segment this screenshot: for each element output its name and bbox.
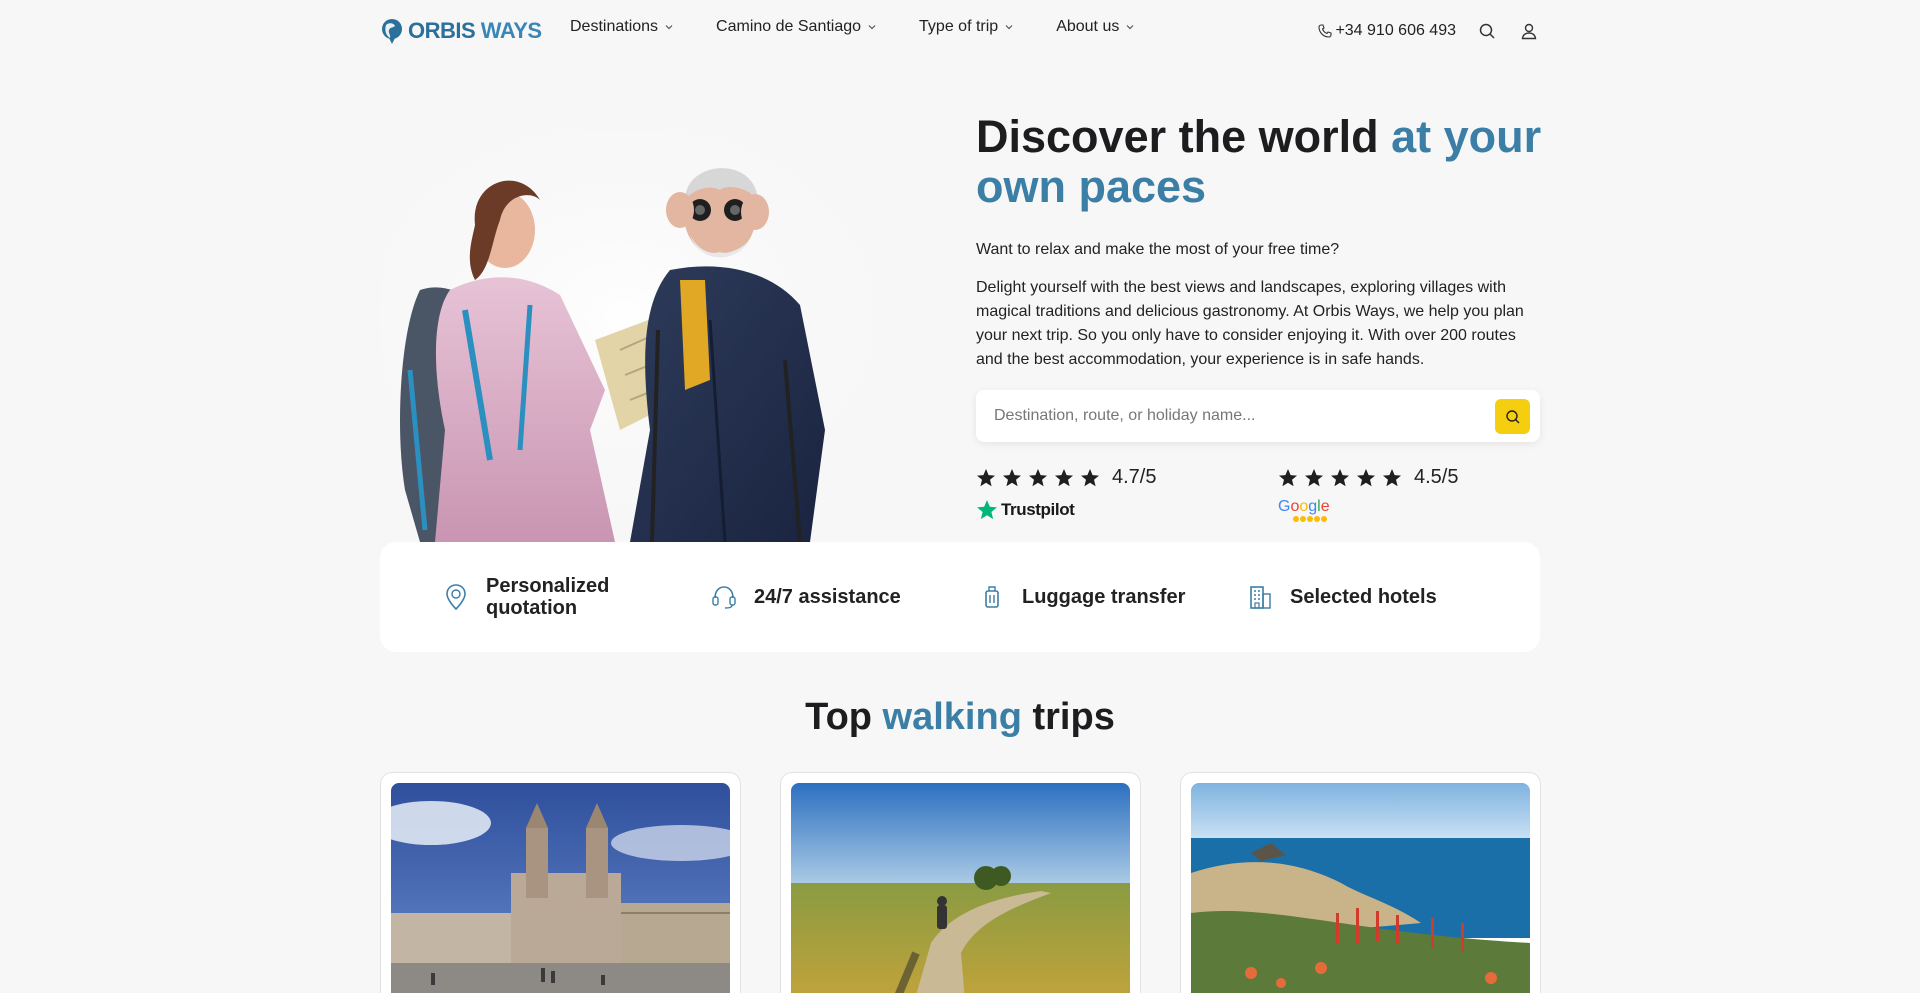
trip-card[interactable] <box>780 772 1141 993</box>
phone-icon <box>1318 24 1332 38</box>
nav-type-of-trip-label: Type of trip <box>919 18 999 35</box>
star-icon <box>1029 468 1047 486</box>
hero-image-hikers <box>380 130 920 542</box>
trustpilot-score: 4.7/5 <box>1112 466 1157 488</box>
star-icon <box>1357 468 1375 486</box>
trustpilot-logo: Trustpilot <box>976 499 1156 521</box>
star-icon <box>1003 468 1021 486</box>
nav-about-us[interactable]: About us <box>1056 18 1135 36</box>
feature-personalized-quotation: Personalized quotation <box>442 575 710 619</box>
chevron-down-icon <box>1126 25 1134 30</box>
star-icon <box>1081 468 1099 486</box>
search-button[interactable] <box>1476 20 1498 42</box>
nav-type-of-trip[interactable]: Type of trip <box>919 18 1014 36</box>
star-icon <box>1331 468 1349 486</box>
phone-number: +34 910 606 493 <box>1335 22 1456 39</box>
top-walking-trips-title: Top walking trips <box>805 696 1115 738</box>
nav-camino-de-santiago[interactable]: Camino de Santiago <box>716 18 877 36</box>
nav-camino-label: Camino de Santiago <box>716 18 862 35</box>
nav-about-us-label: About us <box>1056 18 1120 35</box>
main-nav: Destinations Camino de Santiago Type of … <box>570 18 1177 36</box>
hero-title: Discover the world at your own paces <box>976 112 1546 212</box>
feature-label: Selected hotels <box>1290 586 1437 608</box>
site-header: ORBIS WAYS Destinations Camino de Santia… <box>380 0 1540 64</box>
star-icon <box>1305 468 1323 486</box>
logo-text-orbis: ORBIS <box>408 18 476 43</box>
trustpilot-brand: Trustpilot <box>1001 500 1075 519</box>
trustpilot-star-icon <box>977 500 997 520</box>
google-rating[interactable]: 4.5/5 Google <box>1278 466 1458 523</box>
search-icon <box>1505 409 1519 423</box>
hero-title-main: Discover the world <box>976 111 1392 162</box>
nav-destinations-label: Destinations <box>570 18 659 35</box>
chevron-down-icon <box>665 25 673 30</box>
header-tools: +34 910 606 493 <box>1317 20 1540 42</box>
feature-label: Personalized quotation <box>486 575 610 619</box>
nav-destinations[interactable]: Destinations <box>570 18 674 36</box>
feature-label: 24/7 assistance <box>754 586 901 608</box>
trip-card-image-coast <box>1191 783 1530 993</box>
google-wordmark: Google <box>1278 498 1330 515</box>
globe-pin-logo-icon <box>382 19 402 44</box>
logo-text-ways: WAYS <box>475 18 542 43</box>
trip-card-image-cathedral <box>391 783 730 993</box>
feature-label: Luggage transfer <box>1022 586 1186 608</box>
google-mini-stars <box>1293 516 1327 522</box>
star-icon <box>1383 468 1401 486</box>
feature-assistance: 24/7 assistance <box>710 583 978 611</box>
hero-search-box <box>976 390 1540 442</box>
svg-text:Google: Google <box>1278 498 1330 515</box>
building-icon <box>1250 586 1271 609</box>
feature-selected-hotels: Selected hotels <box>1246 583 1514 611</box>
location-pin-icon <box>446 584 466 611</box>
search-icon <box>1479 23 1495 39</box>
headset-icon <box>712 586 736 609</box>
feature-luggage-transfer: Luggage transfer <box>978 583 1246 611</box>
user-icon <box>1521 23 1537 40</box>
luggage-icon <box>985 586 999 608</box>
chevron-down-icon <box>868 25 876 30</box>
hero-search-button[interactable] <box>1495 399 1530 434</box>
hero-description: Delight yourself with the best views and… <box>976 279 1524 368</box>
phone-link[interactable]: +34 910 606 493 <box>1317 22 1456 40</box>
google-score: 4.5/5 <box>1414 466 1459 488</box>
star-icon <box>1279 468 1297 486</box>
trip-card-image-path <box>791 783 1130 993</box>
hero-subtitle: Want to relax and make the most of your … <box>976 241 1340 258</box>
star-icon <box>1055 468 1073 486</box>
star-icon <box>977 468 995 486</box>
features-bar: Personalized quotation 24/7 assistance L… <box>380 542 1540 652</box>
account-button[interactable] <box>1518 20 1540 42</box>
chevron-down-icon <box>1005 25 1013 30</box>
trip-card[interactable] <box>1180 772 1541 993</box>
orbis-ways-logo[interactable]: ORBIS WAYS <box>380 18 542 44</box>
trustpilot-rating[interactable]: 4.7/5 Trustpilot <box>976 466 1156 521</box>
google-logo: Google <box>1278 497 1458 523</box>
destination-search-input[interactable] <box>994 407 1474 425</box>
trip-card[interactable] <box>380 772 741 993</box>
